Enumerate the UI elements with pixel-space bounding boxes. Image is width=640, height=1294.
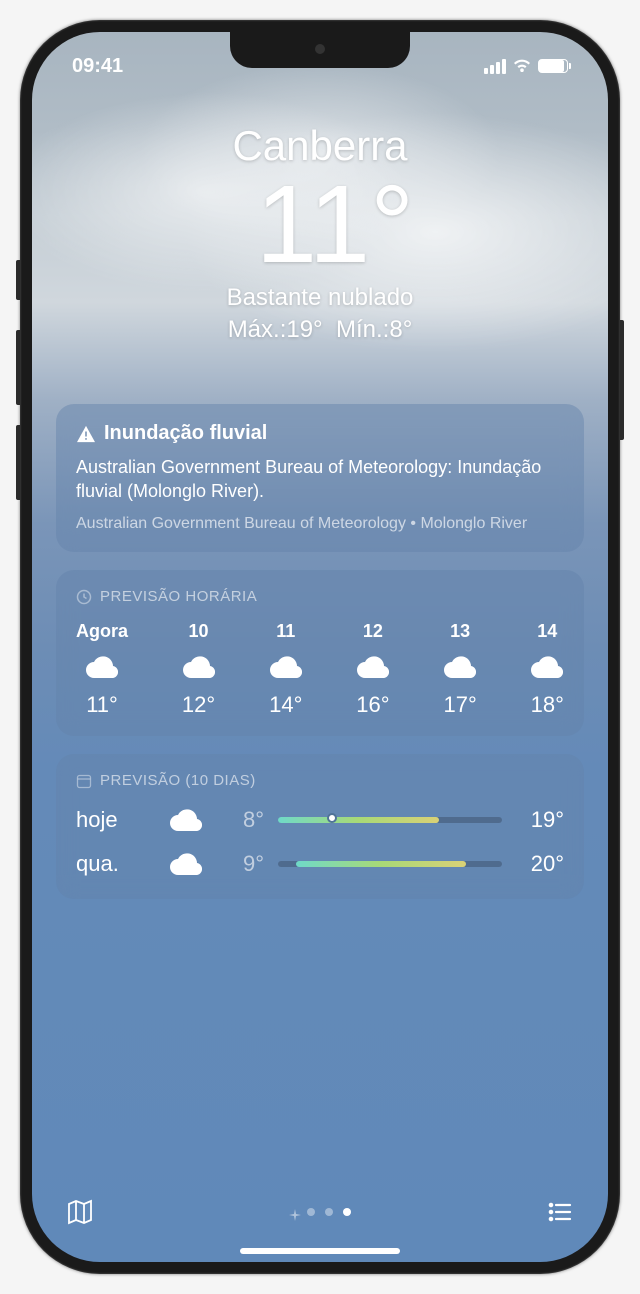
hourly-time: 10 xyxy=(189,621,209,642)
calendar-icon xyxy=(76,773,92,789)
cloud-icon xyxy=(357,656,389,678)
hourly-time: 11 xyxy=(276,621,295,642)
weather-header: Canberra 11° Bastante nublado Máx.:19° M… xyxy=(32,122,608,344)
hourly-item: 10 12° xyxy=(182,621,215,718)
hourly-item: 12 16° xyxy=(356,621,389,718)
phone-frame: 09:41 Canberra 11° Basta xyxy=(20,20,620,1274)
cloud-icon xyxy=(86,656,118,678)
low-label: Mín.:8° xyxy=(336,316,412,343)
clock-icon xyxy=(76,589,92,605)
daily-row[interactable]: qua. 9° 20° xyxy=(76,851,564,877)
hourly-row[interactable]: Agora 11° 10 12° 11 14° xyxy=(76,621,564,718)
notch xyxy=(230,32,410,68)
warning-icon xyxy=(76,425,96,443)
daily-day: hoje xyxy=(76,807,156,833)
condition-text: Bastante nublado xyxy=(32,284,608,312)
daily-high: 19° xyxy=(516,807,564,833)
hourly-time: 12 xyxy=(363,621,383,642)
hourly-title: PREVISÃO HORÁRIA xyxy=(100,588,257,605)
hourly-item: 13 17° xyxy=(443,621,476,718)
hourly-temp: 17° xyxy=(443,692,476,718)
hourly-temp: 18° xyxy=(531,692,564,718)
status-icons xyxy=(484,58,568,74)
cloud-icon xyxy=(531,656,563,678)
cloud-icon xyxy=(444,656,476,678)
hourly-temp: 16° xyxy=(356,692,389,718)
battery-icon xyxy=(538,59,568,73)
hourly-time: 13 xyxy=(450,621,470,642)
alert-source: Australian Government Bureau of Meteorol… xyxy=(76,514,564,535)
screen: 09:41 Canberra 11° Basta xyxy=(32,32,608,1262)
daily-high: 20° xyxy=(516,851,564,877)
alert-title: Inundação fluvial xyxy=(104,422,267,445)
hourly-temp: 11° xyxy=(86,692,118,718)
daily-title: PREVISÃO (10 DIAS) xyxy=(100,772,256,789)
cloud-icon xyxy=(183,656,215,678)
wifi-icon xyxy=(512,58,532,74)
daily-day: qua. xyxy=(76,851,156,877)
temp-range-bar xyxy=(278,861,502,867)
daily-low: 9° xyxy=(216,851,264,877)
daily-low: 8° xyxy=(216,807,264,833)
status-time: 09:41 xyxy=(72,55,123,78)
cellular-icon xyxy=(484,59,506,74)
hourly-temp: 12° xyxy=(182,692,215,718)
hourly-time: Agora xyxy=(76,621,128,642)
hourly-item: Agora 11° xyxy=(76,621,128,718)
current-temperature: 11° xyxy=(62,170,608,280)
daily-row[interactable]: hoje 8° 19° xyxy=(76,807,564,833)
alert-body: Australian Government Bureau of Meteorol… xyxy=(76,455,564,504)
cloud-icon xyxy=(270,656,302,678)
hourly-item: 14 18° xyxy=(531,621,564,718)
hourly-forecast-card[interactable]: PREVISÃO HORÁRIA Agora 11° 10 12° 11 xyxy=(56,570,584,736)
daily-forecast-card[interactable]: PREVISÃO (10 DIAS) hoje 8° 19° qua. 9° xyxy=(56,754,584,899)
high-label: Máx.:19° xyxy=(228,316,323,343)
cloud-icon xyxy=(170,853,202,875)
hourly-time: 14 xyxy=(537,621,557,642)
cloud-icon xyxy=(170,809,202,831)
hourly-temp: 14° xyxy=(269,692,302,718)
hourly-item: 11 14° xyxy=(269,621,302,718)
hourly-header: PREVISÃO HORÁRIA xyxy=(76,588,564,605)
daily-header: PREVISÃO (10 DIAS) xyxy=(76,772,564,789)
high-low: Máx.:19° Mín.:8° xyxy=(32,316,608,344)
temp-range-bar xyxy=(278,817,502,823)
weather-alert-card[interactable]: Inundação fluvial Australian Government … xyxy=(56,404,584,552)
alert-title-row: Inundação fluvial xyxy=(76,422,564,445)
